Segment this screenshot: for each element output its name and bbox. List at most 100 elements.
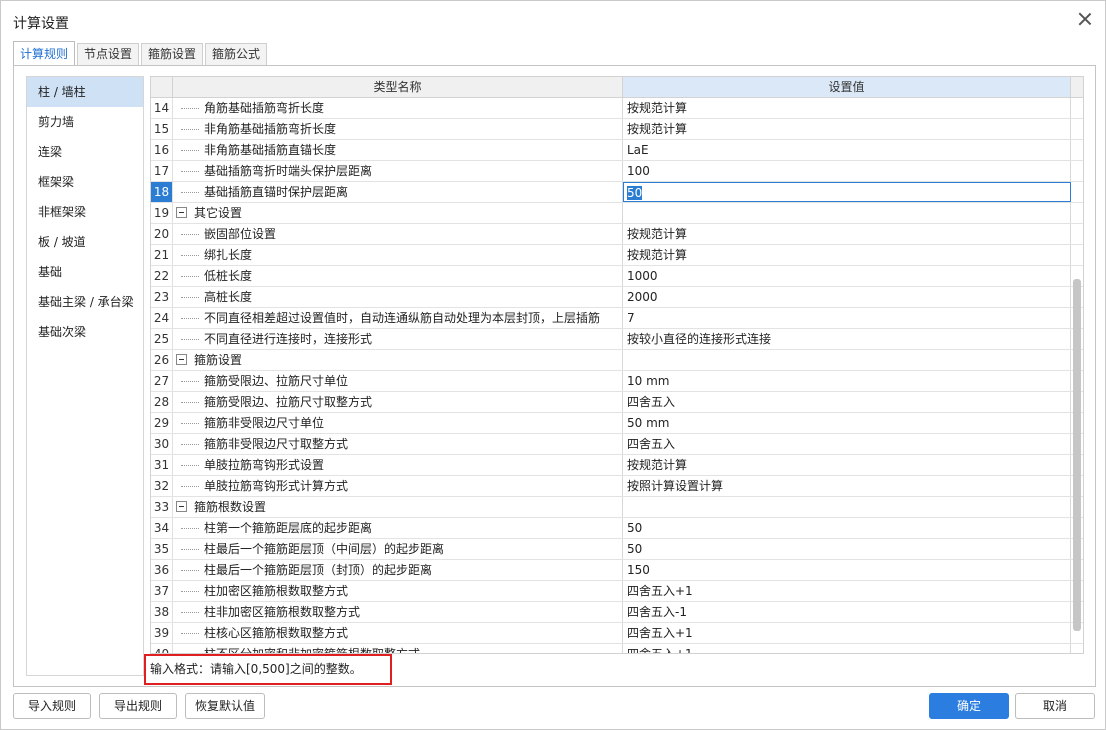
row-number: 37 — [151, 581, 173, 601]
sidebar-item-foundation-main-beam[interactable]: 基础主梁 / 承台梁 — [27, 287, 143, 317]
table-row[interactable]: 40 柱不区分加密和非加密箍筋根数取整方式 四舍五入+1 — [151, 644, 1083, 653]
value-text: LaE — [627, 143, 649, 157]
cancel-button[interactable]: 取消 — [1015, 693, 1095, 719]
group-row[interactable]: 33 箍筋根数设置 — [151, 497, 1083, 518]
row-type-name: 嵌固部位设置 — [173, 224, 623, 244]
setting-label: 绑扎长度 — [204, 248, 253, 262]
row-type-name: 柱不区分加密和非加密箍筋根数取整方式 — [173, 644, 623, 653]
tab-node-settings[interactable]: 节点设置 — [77, 43, 140, 65]
sidebar-item-non-frame-beam[interactable]: 非框架梁 — [27, 197, 143, 227]
tab-stirrup-settings[interactable]: 箍筋设置 — [141, 43, 204, 65]
table-row[interactable]: 18 基础插筋直锚时保护层距离 50 — [151, 182, 1083, 203]
table-row[interactable]: 39 柱核心区箍筋根数取整方式 四舍五入+1 — [151, 623, 1083, 644]
collapse-icon[interactable] — [176, 207, 187, 218]
row-number: 16 — [151, 140, 173, 160]
table-row[interactable]: 32 单肢拉筋弯钩形式计算方式 按照计算设置计算 — [151, 476, 1083, 497]
setting-label: 非角筋基础插筋弯折长度 — [204, 122, 337, 136]
setting-value[interactable] — [623, 350, 1071, 370]
row-type-name: 柱核心区箍筋根数取整方式 — [173, 623, 623, 643]
tree-connector — [181, 486, 199, 487]
setting-value[interactable]: 1000 — [623, 266, 1071, 286]
sidebar-item-foundation[interactable]: 基础 — [27, 257, 143, 287]
setting-value[interactable]: 按规范计算 — [623, 455, 1071, 475]
table-row[interactable]: 15 非角筋基础插筋弯折长度 按规范计算 — [151, 119, 1083, 140]
table-row[interactable]: 37 柱加密区箍筋根数取整方式 四舍五入+1 — [151, 581, 1083, 602]
sidebar-item-frame-beam[interactable]: 框架梁 — [27, 167, 143, 197]
setting-value[interactable]: 10 mm — [623, 371, 1071, 391]
ok-button[interactable]: 确定 — [929, 693, 1009, 719]
table-row[interactable]: 22 低桩长度 1000 — [151, 266, 1083, 287]
setting-value[interactable] — [623, 203, 1071, 223]
table-row[interactable]: 29 箍筋非受限边尺寸单位 50 mm — [151, 413, 1083, 434]
table-row[interactable]: 30 箍筋非受限边尺寸取整方式 四舍五入 — [151, 434, 1083, 455]
restore-defaults-button[interactable]: 恢复默认值 — [185, 693, 265, 719]
setting-value[interactable]: 按规范计算 — [623, 245, 1071, 265]
header-row-number — [151, 77, 173, 97]
tab-calc-rules[interactable]: 计算规则 — [13, 41, 76, 65]
vertical-scrollbar[interactable] — [1073, 279, 1081, 631]
close-icon[interactable] — [1077, 11, 1093, 27]
value-text: 10 mm — [627, 374, 670, 388]
setting-value[interactable]: 四舍五入+1 — [623, 581, 1071, 601]
table-row[interactable]: 38 柱非加密区箍筋根数取整方式 四舍五入-1 — [151, 602, 1083, 623]
setting-value[interactable]: LaE — [623, 140, 1071, 160]
setting-value[interactable]: 按较小直径的连接形式连接 — [623, 329, 1071, 349]
group-row[interactable]: 26 箍筋设置 — [151, 350, 1083, 371]
collapse-icon[interactable] — [176, 354, 187, 365]
collapse-icon[interactable] — [176, 501, 187, 512]
tab-stirrup-formula[interactable]: 箍筋公式 — [205, 43, 268, 65]
row-type-name: 角筋基础插筋弯折长度 — [173, 98, 623, 118]
table-row[interactable]: 28 箍筋受限边、拉筋尺寸取整方式 四舍五入 — [151, 392, 1083, 413]
setting-value[interactable]: 按规范计算 — [623, 224, 1071, 244]
import-rules-button[interactable]: 导入规则 — [13, 693, 91, 719]
table-row[interactable]: 14 角筋基础插筋弯折长度 按规范计算 — [151, 98, 1083, 119]
sidebar-item-foundation-secondary-beam[interactable]: 基础次梁 — [27, 317, 143, 347]
setting-value[interactable]: 四舍五入+1 — [623, 644, 1071, 653]
setting-value[interactable]: 50 — [623, 518, 1071, 538]
table-row[interactable]: 27 箍筋受限边、拉筋尺寸单位 10 mm — [151, 371, 1083, 392]
setting-value[interactable]: 按照计算设置计算 — [623, 476, 1071, 496]
table-row[interactable]: 23 高桩长度 2000 — [151, 287, 1083, 308]
setting-label: 低桩长度 — [204, 269, 253, 283]
tree-connector — [181, 108, 199, 109]
table-row[interactable]: 31 单肢拉筋弯钩形式设置 按规范计算 — [151, 455, 1083, 476]
sidebar-item-column[interactable]: 柱 / 墙柱 — [27, 77, 143, 107]
setting-value[interactable]: 四舍五入+1 — [623, 623, 1071, 643]
setting-value[interactable]: 100 — [623, 161, 1071, 181]
table-row[interactable]: 20 嵌固部位设置 按规范计算 — [151, 224, 1083, 245]
row-type-name: 箍筋受限边、拉筋尺寸取整方式 — [173, 392, 623, 412]
row-number: 19 — [151, 203, 173, 223]
table-row[interactable]: 35 柱最后一个箍筋距层顶（中间层）的起步距离 50 — [151, 539, 1083, 560]
value-text: 2000 — [627, 290, 658, 304]
table-row[interactable]: 25 不同直径进行连接时，连接形式 按较小直径的连接形式连接 — [151, 329, 1083, 350]
table-row[interactable]: 16 非角筋基础插筋直锚长度 LaE — [151, 140, 1083, 161]
setting-value[interactable]: 四舍五入 — [623, 392, 1071, 412]
setting-value[interactable]: 四舍五入-1 — [623, 602, 1071, 622]
setting-value[interactable]: 50 — [623, 539, 1071, 559]
setting-value[interactable]: 按规范计算 — [623, 98, 1071, 118]
table-row[interactable]: 24 不同直径相差超过设置值时，自动连通纵筋自动处理为本层封顶，上层插筋 7 — [151, 308, 1083, 329]
value-edit-field[interactable]: 50 — [623, 182, 1071, 202]
setting-value[interactable]: 2000 — [623, 287, 1071, 307]
setting-value[interactable]: 150 — [623, 560, 1071, 580]
export-rules-button[interactable]: 导出规则 — [99, 693, 177, 719]
setting-label: 柱核心区箍筋根数取整方式 — [204, 626, 349, 640]
table-row[interactable]: 34 柱第一个箍筋距层底的起步距离 50 — [151, 518, 1083, 539]
table-row[interactable]: 21 绑扎长度 按规范计算 — [151, 245, 1083, 266]
setting-value[interactable]: 四舍五入 — [623, 434, 1071, 454]
row-type-name: 非角筋基础插筋直锚长度 — [173, 140, 623, 160]
row-number: 18 — [151, 182, 173, 202]
setting-value[interactable]: 7 — [623, 308, 1071, 328]
setting-value[interactable]: 50 mm — [623, 413, 1071, 433]
group-row[interactable]: 19 其它设置 — [151, 203, 1083, 224]
row-number: 35 — [151, 539, 173, 559]
table-row[interactable]: 36 柱最后一个箍筋距层顶（封顶）的起步距离 150 — [151, 560, 1083, 581]
setting-value[interactable]: 按规范计算 — [623, 119, 1071, 139]
table-row[interactable]: 17 基础插筋弯折时端头保护层距离 100 — [151, 161, 1083, 182]
row-type-name: 箍筋非受限边尺寸取整方式 — [173, 434, 623, 454]
sidebar-item-shear-wall[interactable]: 剪力墙 — [27, 107, 143, 137]
sidebar-item-slab[interactable]: 板 / 坡道 — [27, 227, 143, 257]
sidebar-item-coupling-beam[interactable]: 连梁 — [27, 137, 143, 167]
row-number: 21 — [151, 245, 173, 265]
setting-value[interactable] — [623, 497, 1071, 517]
